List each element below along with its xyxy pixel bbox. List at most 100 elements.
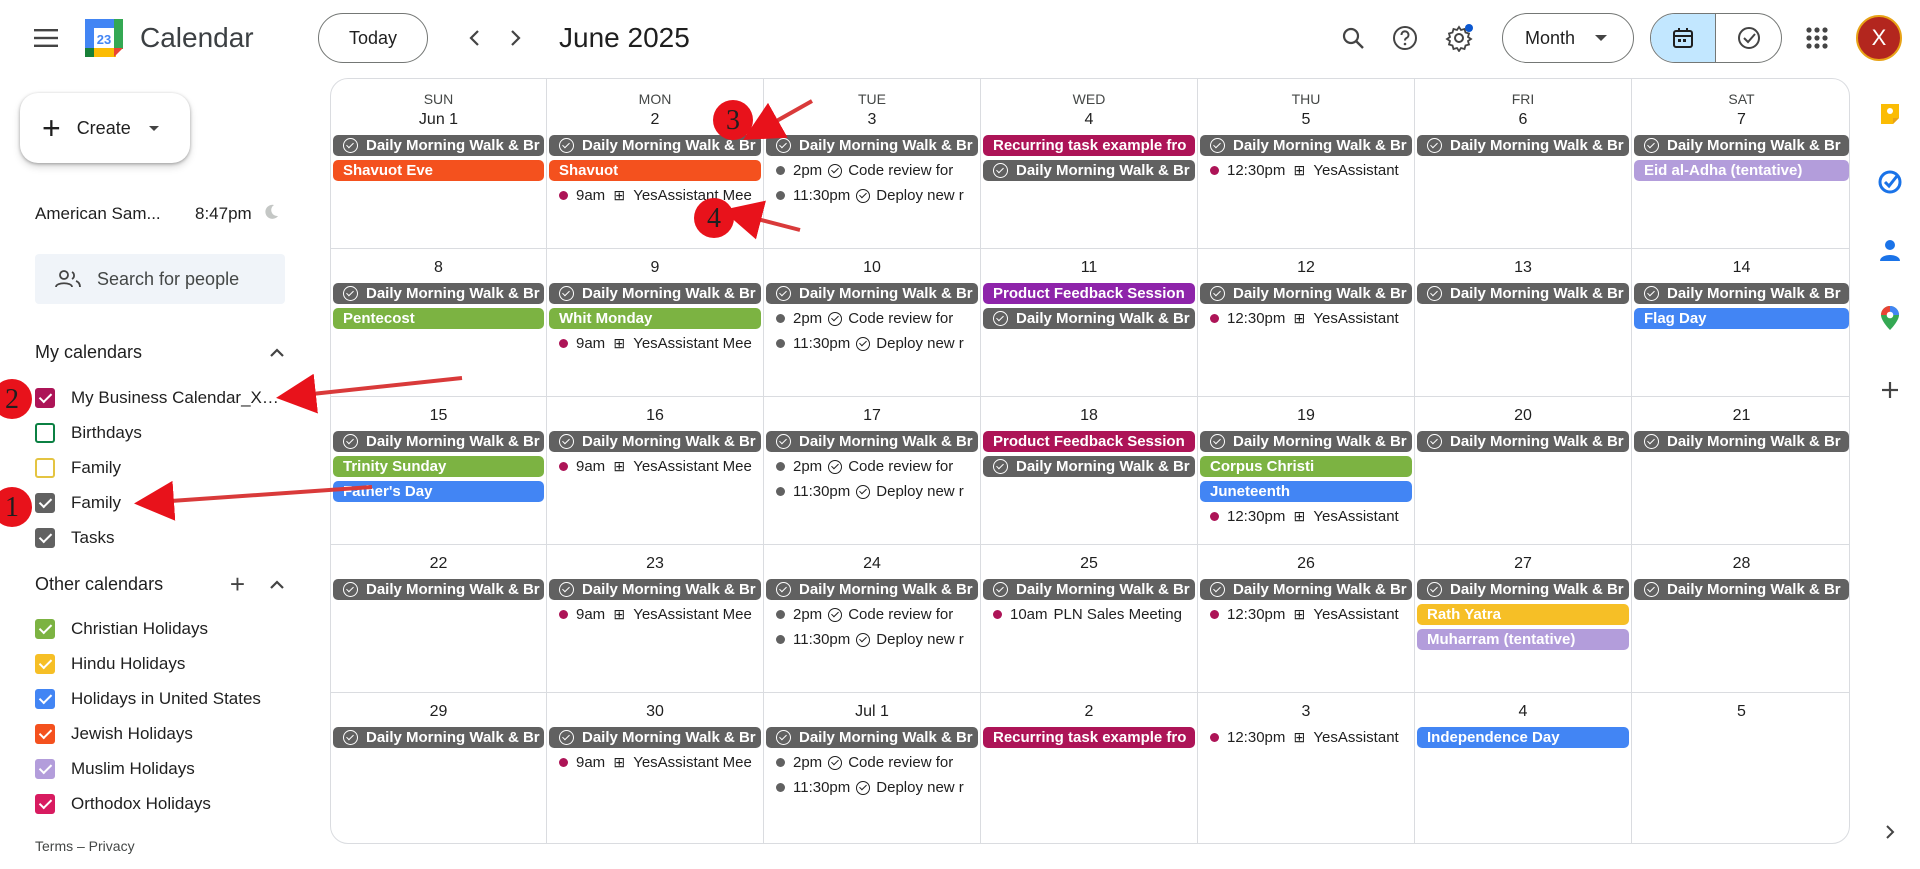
timed-event[interactable]: 12:30pm ⊞ YesAssistant: [1200, 727, 1412, 748]
day-cell[interactable]: 19 Daily Morning Walk & Br Corpus Christi J…: [1198, 397, 1415, 545]
day-number[interactable]: 22: [331, 555, 546, 573]
day-cell[interactable]: 28 Daily Morning Walk & Br: [1632, 545, 1849, 693]
day-number[interactable]: 29: [331, 703, 546, 721]
task-chip[interactable]: Daily Morning Walk & Br: [983, 456, 1195, 477]
calendar-item[interactable]: My Business Calendar_Xe...: [35, 383, 285, 413]
event-chip[interactable]: Shavuot: [549, 160, 761, 181]
day-number[interactable]: 18: [981, 407, 1197, 425]
timed-event[interactable]: 2pm Code review for: [766, 308, 978, 329]
calendar-checkbox[interactable]: [35, 423, 55, 443]
task-chip[interactable]: Daily Morning Walk & Br: [1634, 283, 1849, 304]
timed-event[interactable]: 11:30pm Deploy new r: [766, 629, 978, 650]
day-cell[interactable]: THU 5 Daily Morning Walk & Br 12:30pm ⊞ YesAs…: [1198, 79, 1415, 249]
day-number[interactable]: 26: [1198, 555, 1414, 573]
task-chip[interactable]: Daily Morning Walk & Br: [1417, 283, 1629, 304]
calendar-item[interactable]: Orthodox Holidays: [35, 789, 285, 819]
day-cell[interactable]: 4 Independence Day: [1415, 693, 1632, 843]
day-number[interactable]: 21: [1632, 407, 1849, 425]
day-cell[interactable]: 22 Daily Morning Walk & Br: [331, 545, 547, 693]
timed-event[interactable]: 11:30pm Deploy new r: [766, 777, 978, 798]
task-chip[interactable]: Daily Morning Walk & Br: [333, 727, 544, 748]
event-chip[interactable]: Muharram (tentative): [1417, 629, 1629, 650]
day-cell[interactable]: 24 Daily Morning Walk & Br 2pm Code review …: [764, 545, 981, 693]
day-cell[interactable]: 18 Product Feedback Session Daily Morning …: [981, 397, 1198, 545]
other-calendars-header[interactable]: Other calendars +: [35, 569, 285, 599]
event-chip[interactable]: Whit Monday: [549, 308, 761, 329]
day-cell[interactable]: 5: [1632, 693, 1849, 843]
contacts-icon[interactable]: [1874, 234, 1906, 266]
day-number[interactable]: 13: [1415, 259, 1631, 277]
day-cell[interactable]: SAT 7 Daily Morning Walk & Br Eid al-Adha (…: [1632, 79, 1849, 249]
main-menu-icon[interactable]: [22, 18, 70, 58]
calendar-item[interactable]: Birthdays: [35, 418, 285, 448]
task-chip[interactable]: Daily Morning Walk & Br: [1200, 579, 1412, 600]
task-chip[interactable]: Daily Morning Walk & Br: [1417, 431, 1629, 452]
task-chip[interactable]: Daily Morning Walk & Br: [766, 727, 978, 748]
day-cell[interactable]: 14 Daily Morning Walk & Br Flag Day: [1632, 249, 1849, 397]
calendar-item[interactable]: Tasks: [35, 523, 285, 553]
task-chip[interactable]: Daily Morning Walk & Br: [983, 579, 1195, 600]
event-chip[interactable]: Pentecost: [333, 308, 544, 329]
day-number[interactable]: 5: [1632, 703, 1849, 721]
timed-event[interactable]: 12:30pm ⊞ YesAssistant: [1200, 506, 1412, 527]
day-cell[interactable]: SUN Jun 1 Daily Morning Walk & Br Shavuot E…: [331, 79, 547, 249]
add-addon-plus-icon[interactable]: [1874, 374, 1906, 406]
day-cell[interactable]: WED 4 Recurring task example fro Daily Morn…: [981, 79, 1198, 249]
task-chip[interactable]: Daily Morning Walk & Br: [333, 579, 544, 600]
maps-icon[interactable]: [1874, 302, 1906, 334]
calendar-checkbox[interactable]: [35, 654, 55, 674]
timed-event[interactable]: 12:30pm ⊞ YesAssistant: [1200, 604, 1412, 625]
event-chip[interactable]: Eid al-Adha (tentative): [1634, 160, 1849, 181]
day-cell[interactable]: 27 Daily Morning Walk & Br Rath Yatra Muhar…: [1415, 545, 1632, 693]
task-chip[interactable]: Daily Morning Walk & Br: [766, 579, 978, 600]
day-cell[interactable]: 10 Daily Morning Walk & Br 2pm Code review …: [764, 249, 981, 397]
day-number[interactable]: Jul 1: [764, 703, 980, 721]
view-select-dropdown[interactable]: Month: [1502, 13, 1634, 63]
calendar-item[interactable]: Family: [35, 453, 285, 483]
event-chip[interactable]: Recurring task example fro: [983, 727, 1195, 748]
add-calendar-plus-icon[interactable]: +: [230, 569, 245, 600]
settings-gear-icon[interactable]: [1437, 16, 1481, 60]
event-chip[interactable]: Juneteenth: [1200, 481, 1412, 502]
day-number[interactable]: 25: [981, 555, 1197, 573]
calendar-checkbox[interactable]: [35, 724, 55, 744]
event-chip[interactable]: Recurring task example fro: [983, 135, 1195, 156]
my-calendars-header[interactable]: My calendars: [35, 342, 285, 363]
task-chip[interactable]: Daily Morning Walk & Br: [1200, 431, 1412, 452]
day-number[interactable]: 2: [981, 703, 1197, 721]
day-number[interactable]: 14: [1632, 259, 1849, 277]
timed-event[interactable]: 2pm Code review for: [766, 604, 978, 625]
timed-event[interactable]: 10am PLN Sales Meeting: [983, 604, 1195, 625]
task-chip[interactable]: Daily Morning Walk & Br: [1417, 579, 1629, 600]
task-chip[interactable]: Daily Morning Walk & Br: [1200, 135, 1412, 156]
task-chip[interactable]: Daily Morning Walk & Br: [1634, 579, 1849, 600]
day-cell[interactable]: 3 12:30pm ⊞ YesAssistant: [1198, 693, 1415, 843]
day-number[interactable]: 3: [764, 111, 980, 129]
calendar-checkbox[interactable]: [35, 493, 55, 513]
create-button[interactable]: + Create: [20, 93, 190, 163]
timed-event[interactable]: 9am ⊞ YesAssistant Mee: [549, 333, 761, 354]
day-number[interactable]: 5: [1198, 111, 1414, 129]
day-number[interactable]: 23: [547, 555, 763, 573]
task-chip[interactable]: Daily Morning Walk & Br: [549, 431, 761, 452]
day-cell[interactable]: 21 Daily Morning Walk & Br: [1632, 397, 1849, 545]
task-chip[interactable]: Daily Morning Walk & Br: [766, 283, 978, 304]
task-chip[interactable]: Daily Morning Walk & Br: [983, 308, 1195, 329]
task-chip[interactable]: Daily Morning Walk & Br: [549, 579, 761, 600]
calendar-checkbox[interactable]: [35, 458, 55, 478]
day-number[interactable]: 12: [1198, 259, 1414, 277]
task-chip[interactable]: Daily Morning Walk & Br: [766, 431, 978, 452]
timed-event[interactable]: 11:30pm Deploy new r: [766, 333, 978, 354]
day-number[interactable]: 9: [547, 259, 763, 277]
calendar-item[interactable]: Family: [35, 488, 285, 518]
calendar-view-toggle-icon[interactable]: [1651, 14, 1716, 62]
calendar-item[interactable]: Hindu Holidays: [35, 649, 285, 679]
task-chip[interactable]: Daily Morning Walk & Br: [549, 283, 761, 304]
day-cell[interactable]: 2 Recurring task example fro: [981, 693, 1198, 843]
account-avatar[interactable]: X: [1856, 15, 1902, 61]
timed-event[interactable]: 2pm Code review for: [766, 752, 978, 773]
day-number[interactable]: 4: [1415, 703, 1631, 721]
day-cell[interactable]: 17 Daily Morning Walk & Br 2pm Code review …: [764, 397, 981, 545]
search-icon[interactable]: [1331, 16, 1375, 60]
day-number[interactable]: 20: [1415, 407, 1631, 425]
